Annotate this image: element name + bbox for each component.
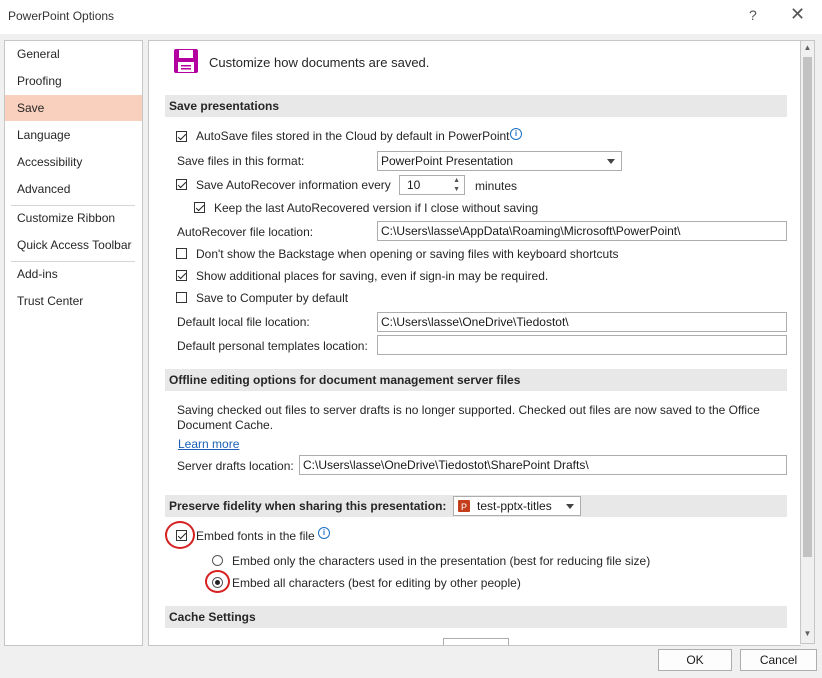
section-offline-editing: Offline editing options for document man…	[165, 369, 787, 391]
highlight-circle-annotation	[205, 570, 230, 593]
cancel-button[interactable]: Cancel	[740, 649, 817, 671]
default-local-location-label: Default local file location:	[177, 315, 310, 329]
embed-only-used-radio[interactable]	[212, 555, 223, 566]
info-icon[interactable]: i	[318, 527, 330, 539]
additional-places-label: Show additional places for saving, even …	[196, 269, 549, 283]
fidelity-presentation-dropdown[interactable]: P test-pptx-titles	[453, 496, 581, 516]
additional-places-checkbox[interactable]	[176, 270, 187, 281]
autorecover-location-label: AutoRecover file location:	[177, 225, 314, 239]
templates-location-label: Default personal templates location:	[177, 339, 368, 353]
sidebar-item-accessibility[interactable]: Accessibility	[5, 149, 142, 175]
sidebar-item-trust-center[interactable]: Trust Center	[5, 288, 142, 314]
offline-notice-line1: Saving checked out files to server draft…	[177, 403, 760, 417]
sidebar-item-language[interactable]: Language	[5, 122, 142, 148]
backstage-label: Don't show the Backstage when opening or…	[196, 247, 619, 261]
save-floppy-icon	[174, 49, 198, 73]
learn-more-link[interactable]: Learn more	[178, 437, 239, 451]
spinner-down-icon[interactable]: ▼	[453, 186, 460, 194]
section-save-presentations: Save presentations	[165, 95, 787, 117]
embed-fonts-label: Embed fonts in the file	[196, 529, 315, 543]
autorecover-label: Save AutoRecover information every	[196, 178, 391, 192]
chevron-down-icon	[566, 504, 574, 509]
embed-only-used-label: Embed only the characters used in the pr…	[232, 554, 651, 568]
server-drafts-label: Server drafts location:	[177, 459, 294, 473]
window-title: PowerPoint Options	[8, 9, 115, 23]
keep-last-autorecover-checkbox[interactable]	[194, 202, 205, 213]
server-drafts-input[interactable]: C:\Users\lasse\OneDrive\Tiedostot\ShareP…	[299, 455, 787, 475]
spinner-up-icon[interactable]: ▲	[453, 177, 460, 185]
close-icon[interactable]: ✕	[790, 4, 805, 25]
save-format-dropdown[interactable]: PowerPoint Presentation	[377, 151, 622, 171]
ok-button[interactable]: OK	[658, 649, 732, 671]
autorecover-location-input[interactable]: C:\Users\lasse\AppData\Roaming\Microsoft…	[377, 221, 787, 241]
title-bar: PowerPoint Options ? ✕	[0, 0, 822, 34]
autosave-checkbox[interactable]	[176, 131, 187, 142]
autorecover-checkbox[interactable]	[176, 179, 187, 190]
save-to-computer-label: Save to Computer by default	[196, 291, 349, 305]
cache-days-spinner[interactable]	[443, 638, 509, 645]
autorecover-minutes-spinner[interactable]: 10 ▲ ▼	[399, 175, 465, 195]
svg-text:P: P	[461, 502, 467, 512]
autorecover-minutes-value: 10	[407, 178, 421, 192]
page-heading: Customize how documents are saved.	[209, 55, 430, 70]
sidebar-item-quick-access-toolbar[interactable]: Quick Access Toolbar	[5, 232, 142, 258]
options-sidebar: General Proofing Save Language Accessibi…	[4, 40, 143, 646]
minutes-label: minutes	[475, 179, 518, 193]
format-label: Save files in this format:	[177, 154, 305, 168]
default-local-location-input[interactable]: C:\Users\lasse\OneDrive\Tiedostot\	[377, 312, 787, 332]
highlight-circle-annotation	[165, 521, 195, 549]
options-content-pane: Customize how documents are saved. Save …	[148, 40, 801, 646]
sidebar-item-proofing[interactable]: Proofing	[5, 68, 142, 94]
powerpoint-file-icon: P	[458, 500, 470, 512]
help-icon[interactable]: ?	[749, 7, 757, 23]
sidebar-item-save[interactable]: Save	[5, 95, 142, 121]
sidebar-item-customize-ribbon[interactable]: Customize Ribbon	[5, 205, 142, 231]
fidelity-presentation-value: test-pptx-titles	[477, 499, 552, 513]
autosave-label: AutoSave files stored in the Cloud by de…	[196, 129, 510, 143]
save-to-computer-checkbox[interactable]	[176, 292, 187, 303]
scroll-down-icon[interactable]: ▼	[801, 627, 814, 641]
info-icon[interactable]: i	[510, 128, 522, 140]
scroll-up-icon[interactable]: ▲	[801, 41, 814, 55]
chevron-down-icon	[607, 159, 615, 164]
scrollbar-thumb[interactable]	[803, 57, 812, 557]
sidebar-item-general[interactable]: General	[5, 41, 142, 67]
templates-location-input[interactable]	[377, 335, 787, 355]
backstage-checkbox[interactable]	[176, 248, 187, 259]
sidebar-item-add-ins[interactable]: Add-ins	[5, 261, 142, 287]
save-format-value: PowerPoint Presentation	[381, 154, 514, 168]
offline-notice-line2: Document Cache.	[177, 418, 274, 432]
vertical-scrollbar[interactable]: ▲ ▼	[800, 40, 815, 644]
keep-last-autorecover-label: Keep the last AutoRecovered version if I…	[214, 201, 539, 215]
section-cache-settings: Cache Settings	[165, 606, 787, 628]
sidebar-item-advanced[interactable]: Advanced	[5, 176, 142, 202]
embed-all-characters-label: Embed all characters (best for editing b…	[232, 576, 521, 590]
